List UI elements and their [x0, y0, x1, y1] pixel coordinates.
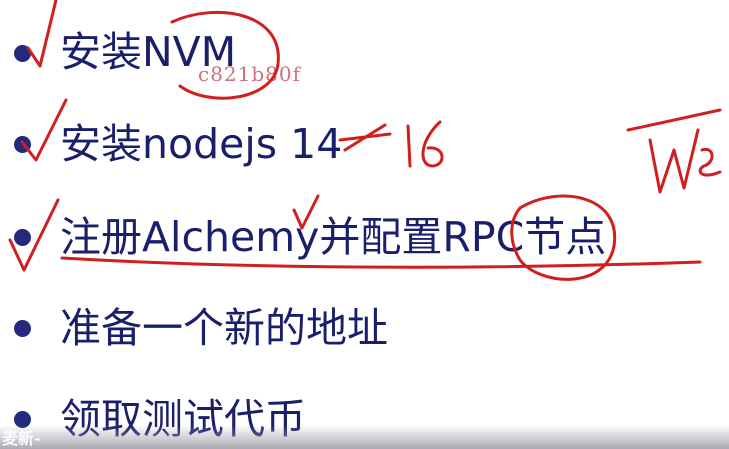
- checkmark-4: [292, 194, 320, 230]
- handwritten-16: [406, 124, 412, 168]
- checkmark-3: [8, 198, 60, 272]
- underline-alchemy: [60, 256, 702, 269]
- checkmark-1: [26, 0, 58, 68]
- handwritten-annotations: [8, 0, 722, 281]
- checkmark-2: [20, 98, 68, 162]
- slide: 安装NVM 安装nodejs 14 注册Alchemy并配置RPC节点 准备一个…: [0, 0, 729, 449]
- circle-nvm: [170, 10, 280, 100]
- video-footer: 麦新-: [0, 425, 729, 449]
- handwritten-web: [626, 108, 722, 132]
- footer-text: 麦新-: [2, 429, 41, 448]
